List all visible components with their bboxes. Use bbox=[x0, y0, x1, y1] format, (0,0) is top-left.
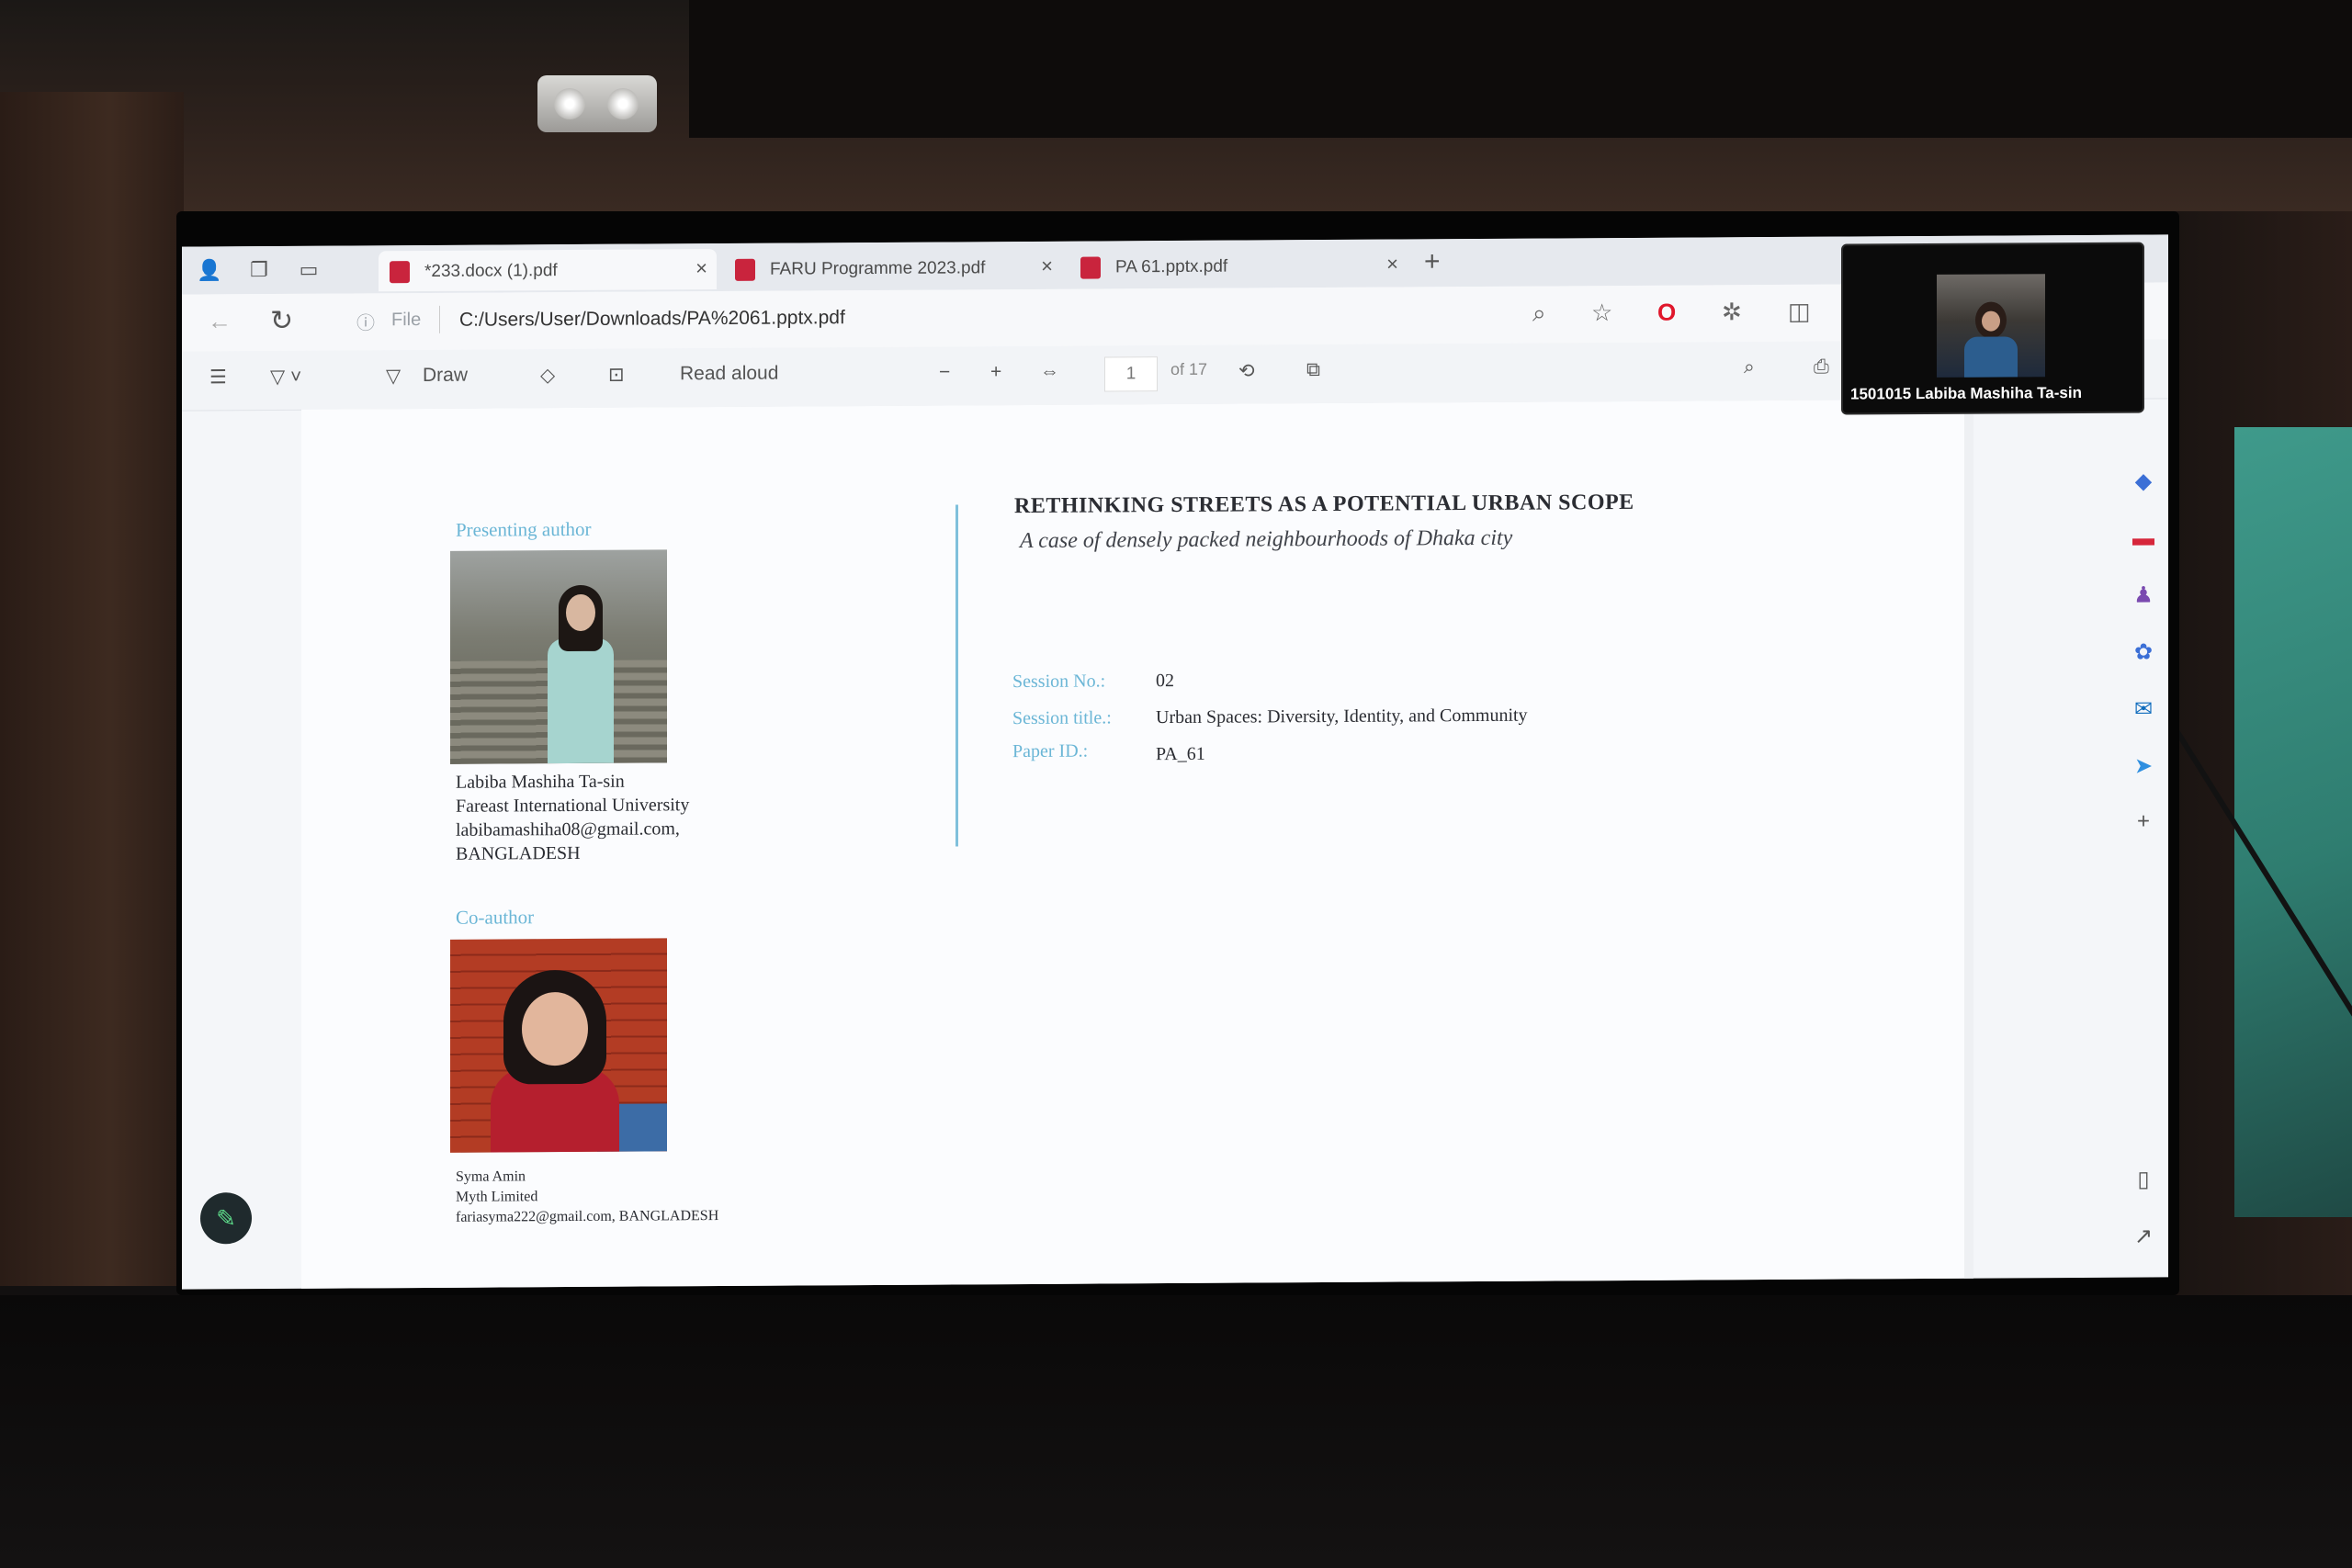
browser-window: 👤 ❐ ▭ *233.docx (1).pdf × FARU Programme… bbox=[182, 234, 2168, 1290]
page-edge-shade bbox=[1964, 399, 1973, 1281]
copilot-icon[interactable]: ✿ bbox=[2130, 638, 2157, 666]
draw-icon[interactable]: ▽ bbox=[386, 365, 401, 388]
reload-icon[interactable]: ↻ bbox=[270, 305, 293, 337]
zoom-out-icon[interactable]: − bbox=[939, 361, 950, 383]
outlook-icon[interactable]: ✉ bbox=[2130, 695, 2157, 723]
session-no-value: 02 bbox=[1156, 671, 1174, 692]
favorite-icon[interactable]: ☆ bbox=[1591, 299, 1612, 327]
pdf-file-icon bbox=[390, 261, 410, 284]
contents-icon[interactable]: ☰ bbox=[209, 366, 227, 389]
close-tab-icon[interactable]: × bbox=[1386, 253, 1398, 276]
draw-button[interactable]: Draw bbox=[423, 365, 468, 387]
ceiling bbox=[689, 0, 2352, 138]
table-cloth bbox=[0, 1295, 2352, 1568]
coauthor-photo bbox=[450, 938, 667, 1153]
sidebar-toggle-icon[interactable]: ▯ bbox=[2130, 1166, 2157, 1193]
close-tab-icon[interactable]: × bbox=[1041, 254, 1053, 278]
tab-label: FARU Programme 2023.pdf bbox=[770, 258, 986, 279]
video-call-tile[interactable]: 1501015 Labiba Mashiha Ta-sin bbox=[1841, 242, 2144, 415]
presenting-author-country: BANGLADESH bbox=[456, 842, 581, 864]
text-box-icon[interactable]: ⊡ bbox=[608, 364, 625, 387]
read-aloud-button[interactable]: Read aloud bbox=[680, 363, 778, 386]
pdf-file-icon bbox=[1080, 256, 1101, 279]
opera-icon[interactable]: O bbox=[1657, 299, 1676, 327]
collections-icon[interactable]: ❐ bbox=[246, 257, 272, 283]
pen-icon[interactable]: ✎ bbox=[200, 1192, 252, 1245]
add-icon[interactable]: + bbox=[2130, 807, 2157, 835]
coauthor-affiliation: Myth Limited bbox=[456, 1189, 538, 1205]
search-icon[interactable]: ⌕ bbox=[1744, 356, 1755, 378]
split-screen-icon[interactable]: ◫ bbox=[1788, 298, 1811, 326]
paper-subtitle: A case of densely packed neighbourhoods … bbox=[1020, 525, 1513, 554]
people-icon[interactable]: ♟ bbox=[2130, 581, 2157, 609]
back-icon[interactable]: ← bbox=[208, 307, 232, 335]
session-no-label: Session No.: bbox=[1012, 671, 1106, 693]
ceiling-lamp bbox=[537, 75, 657, 132]
zoom-in-icon[interactable]: + bbox=[990, 361, 1001, 383]
print-icon[interactable]: ⎙ bbox=[1814, 356, 1829, 378]
page-total: of 17 bbox=[1170, 359, 1208, 379]
file-scheme-label: File bbox=[391, 310, 422, 331]
zoom-icon[interactable]: ⌕ bbox=[1532, 299, 1546, 329]
url-field[interactable]: C:/Users/User/Downloads/PA%2061.pptx.pdf bbox=[459, 307, 845, 332]
profile-icon[interactable]: 👤 bbox=[197, 257, 222, 283]
participant-video bbox=[1937, 274, 2045, 378]
page-number-input[interactable]: 1 bbox=[1104, 356, 1158, 392]
presenting-author-affiliation: Fareast International University bbox=[456, 795, 690, 817]
presenting-author-name: Labiba Mashiha Ta-sin bbox=[456, 771, 625, 793]
new-tab-icon[interactable]: + bbox=[1424, 246, 1441, 277]
extensions-icon[interactable]: ✲ bbox=[1722, 298, 1742, 326]
rotate-icon[interactable]: ⟲ bbox=[1238, 359, 1255, 382]
divider bbox=[439, 305, 440, 333]
pdf-file-icon bbox=[735, 258, 755, 281]
pdf-page: Presenting author Labiba Mashiha Ta-sin … bbox=[301, 399, 1973, 1290]
participant-name: 1501015 Labiba Mashiha Ta-sin bbox=[1850, 383, 2082, 403]
presenting-author-label: Presenting author bbox=[456, 517, 592, 541]
edge-sidebar: ◆ ▬ ♟ ✿ ✉ ➤ + ▯ ↗ ⚙ bbox=[2120, 398, 2168, 1290]
workspaces-icon[interactable]: ▭ bbox=[296, 257, 322, 283]
open-external-icon[interactable]: ↗ bbox=[2130, 1223, 2157, 1250]
send-icon[interactable]: ➤ bbox=[2130, 752, 2157, 780]
session-title-value: Urban Spaces: Diversity, Identity, and C… bbox=[1156, 705, 1528, 728]
paper-id-value: PA_61 bbox=[1156, 743, 1205, 765]
eraser-icon[interactable]: ◇ bbox=[540, 364, 555, 387]
wood-panel-left bbox=[0, 92, 184, 1286]
coauthor-email-country: fariasyma222@gmail.com, BANGLADESH bbox=[456, 1208, 719, 1225]
toolbox-icon[interactable]: ▬ bbox=[2130, 525, 2157, 552]
presenting-author-photo bbox=[450, 549, 667, 764]
tab-label: PA 61.pptx.pdf bbox=[1115, 256, 1228, 277]
tag-icon[interactable]: ◆ bbox=[2130, 468, 2157, 495]
session-title-label: Session title.: bbox=[1012, 707, 1112, 729]
paper-title: RETHINKING STREETS AS A POTENTIAL URBAN … bbox=[1014, 490, 1634, 519]
tab-faru-programme[interactable]: FARU Programme 2023.pdf × bbox=[724, 247, 1062, 289]
close-tab-icon[interactable]: × bbox=[695, 256, 707, 280]
wall-poster bbox=[2144, 427, 2352, 1217]
page-view-icon[interactable]: ⧉ bbox=[1306, 359, 1320, 381]
tab-233-docx[interactable]: *233.docx (1).pdf × bbox=[379, 249, 717, 292]
coauthor-name: Syma Amin bbox=[456, 1168, 526, 1185]
coauthor-label: Co-author bbox=[456, 906, 535, 929]
tab-pa-61[interactable]: PA 61.pptx.pdf × bbox=[1069, 244, 1408, 287]
paper-id-label: Paper ID.: bbox=[1012, 740, 1089, 762]
tab-label: *233.docx (1).pdf bbox=[424, 261, 558, 281]
highlight-icon[interactable]: ▽ ˅ bbox=[270, 366, 301, 389]
info-icon[interactable]: ⓘ bbox=[356, 308, 375, 334]
presenting-author-email: labibamashiha08@gmail.com, bbox=[456, 818, 680, 840]
divider-line bbox=[956, 504, 958, 847]
fit-page-icon[interactable]: ⇔ bbox=[1040, 361, 1059, 383]
